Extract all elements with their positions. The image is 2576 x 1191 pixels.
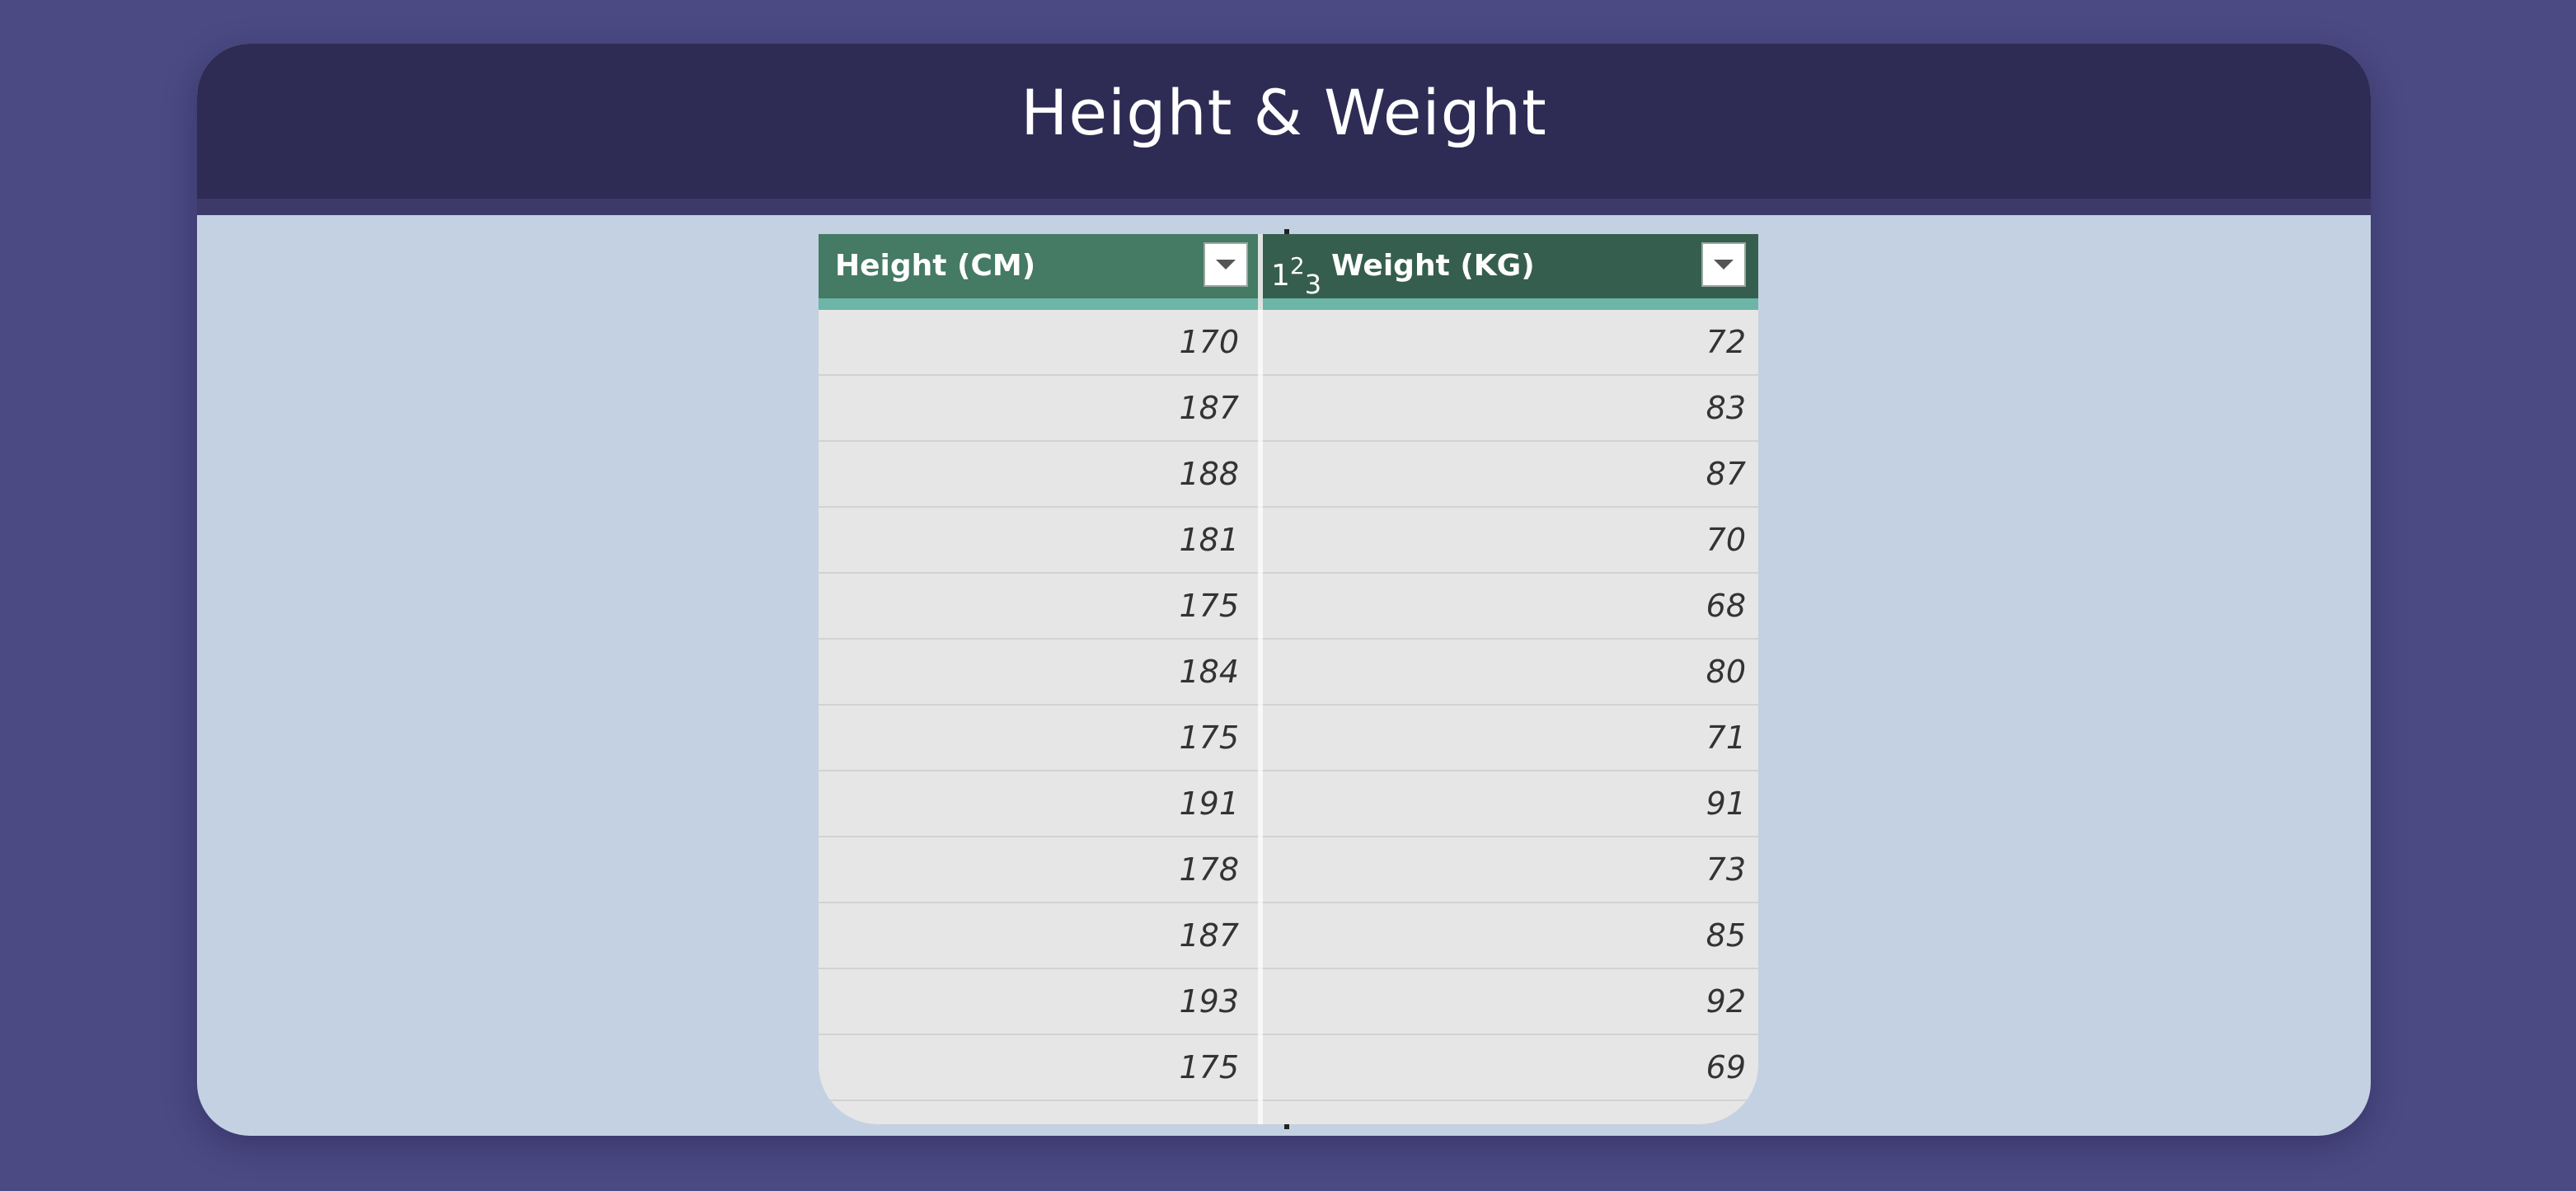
height-cell[interactable]: 193 (819, 969, 1239, 1034)
column-divider (1258, 310, 1263, 1124)
page-title: Height & Weight (1021, 76, 1547, 149)
card-header: Height & Weight (197, 44, 2371, 199)
height-cell[interactable]: 191 (819, 771, 1239, 836)
weight-cell[interactable]: 72 (1263, 310, 1746, 374)
column-header-height[interactable]: Height (CM) (819, 234, 1258, 298)
table-row[interactable]: 184 80 (819, 640, 1758, 706)
table-row[interactable]: 170 72 (819, 310, 1758, 376)
height-cell[interactable]: 170 (819, 310, 1239, 374)
resize-marker-bottom (1284, 1124, 1289, 1129)
weight-cell[interactable]: 92 (1263, 969, 1746, 1034)
table-row[interactable]: 175 69 (819, 1035, 1758, 1101)
weight-cell[interactable]: 68 (1263, 574, 1746, 638)
column-header-weight[interactable]: 123 Weight (KG) (1263, 234, 1758, 300)
table-row[interactable]: 188 87 (819, 442, 1758, 508)
table-row[interactable]: 191 91 (819, 771, 1758, 837)
height-cell[interactable]: 175 (819, 574, 1239, 638)
weight-cell[interactable]: 91 (1263, 771, 1746, 836)
height-cell[interactable]: 181 (819, 508, 1239, 572)
filter-dropdown-icon[interactable] (1204, 242, 1248, 287)
weight-cell[interactable]: 83 (1263, 376, 1746, 440)
height-cell[interactable]: 187 (819, 903, 1239, 968)
table-body: 170 72 187 83 188 87 181 70 175 68 184 8… (819, 310, 1758, 1101)
weight-cell[interactable]: 73 (1263, 837, 1746, 902)
column-label: Height (CM) (835, 249, 1036, 283)
header-divider (197, 199, 2371, 215)
column-quality-separator (1258, 298, 1263, 310)
table-row[interactable]: 175 71 (819, 706, 1758, 771)
weight-cell[interactable]: 69 (1263, 1035, 1746, 1100)
height-cell[interactable]: 175 (819, 1035, 1239, 1100)
data-table: Height (CM) 123 Weight (KG) 170 72 187 8… (819, 234, 1758, 1124)
table-row[interactable]: 193 92 (819, 969, 1758, 1035)
table-row[interactable]: 187 83 (819, 376, 1758, 442)
height-cell[interactable]: 178 (819, 837, 1239, 902)
weight-cell[interactable]: 70 (1263, 508, 1746, 572)
weight-cell[interactable]: 85 (1263, 903, 1746, 968)
height-cell[interactable]: 175 (819, 706, 1239, 770)
weight-cell[interactable]: 80 (1263, 640, 1746, 704)
column-quality-bar (819, 298, 1758, 310)
table-row[interactable]: 178 73 (819, 837, 1758, 903)
height-cell[interactable]: 187 (819, 376, 1239, 440)
height-cell[interactable]: 188 (819, 442, 1239, 506)
table-row[interactable]: 175 68 (819, 574, 1758, 640)
table-row[interactable]: 187 85 (819, 903, 1758, 969)
filter-dropdown-icon[interactable] (1701, 242, 1746, 287)
table-row[interactable]: 181 70 (819, 508, 1758, 574)
weight-cell[interactable]: 87 (1263, 442, 1746, 506)
height-cell[interactable]: 184 (819, 640, 1239, 704)
resize-marker-top (1284, 229, 1289, 234)
weight-cell[interactable]: 71 (1263, 706, 1746, 770)
column-label: Weight (KG) (1331, 249, 1535, 283)
